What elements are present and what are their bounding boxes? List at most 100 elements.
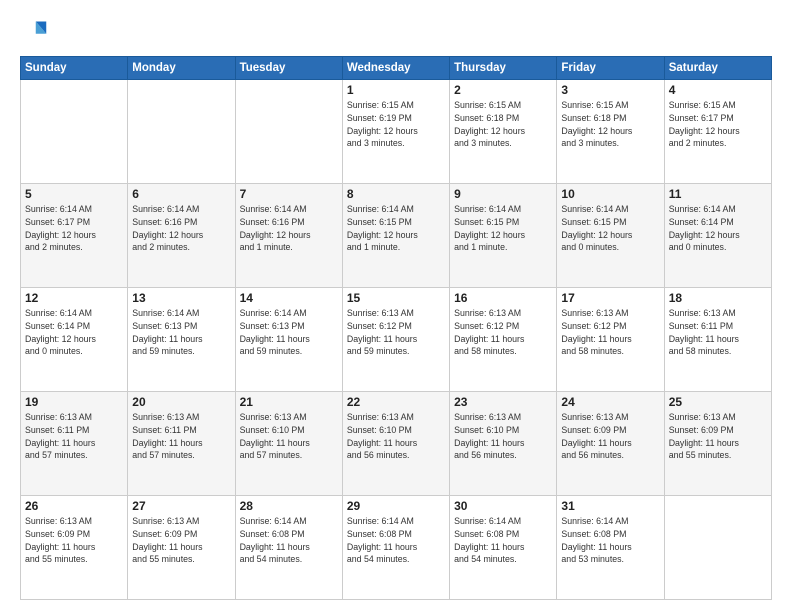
day-cell: 24 Sunrise: 6:13 AMSunset: 6:09 PMDayligh… xyxy=(557,392,664,496)
day-cell: 12 Sunrise: 6:14 AMSunset: 6:14 PMDayligh… xyxy=(21,288,128,392)
day-cell: 25Sunrise: 6:13 AMSunset: 6:09 PMDayligh… xyxy=(664,392,771,496)
day-number: 20 xyxy=(132,395,230,409)
day-number: 25 xyxy=(669,395,767,409)
day-info: Sunrise: 6:14 AMSunset: 6:08 PMDaylight:… xyxy=(240,515,338,566)
day-number: 23 xyxy=(454,395,552,409)
day-info: Sunrise: 6:14 AMSunset: 6:15 PMDaylight:… xyxy=(561,203,659,254)
week-row-1: 1 Sunrise: 6:15 AMSunset: 6:19 PMDaylight… xyxy=(21,80,772,184)
day-number: 17 xyxy=(561,291,659,305)
weekday-header-thursday: Thursday xyxy=(450,57,557,80)
weekday-header-row: SundayMondayTuesdayWednesdayThursdayFrid… xyxy=(21,57,772,80)
day-cell: 11Sunrise: 6:14 AMSunset: 6:14 PMDayligh… xyxy=(664,184,771,288)
day-cell: 9 Sunrise: 6:14 AMSunset: 6:15 PMDaylight… xyxy=(450,184,557,288)
day-info: Sunrise: 6:13 AMSunset: 6:09 PMDaylight:… xyxy=(25,515,123,566)
day-cell: 4 Sunrise: 6:15 AMSunset: 6:17 PMDaylight… xyxy=(664,80,771,184)
day-number: 8 xyxy=(347,187,445,201)
weekday-header-monday: Monday xyxy=(128,57,235,80)
day-number: 7 xyxy=(240,187,338,201)
day-cell: 22 Sunrise: 6:13 AMSunset: 6:10 PMDayligh… xyxy=(342,392,449,496)
day-info: Sunrise: 6:14 AMSunset: 6:16 PMDaylight:… xyxy=(240,203,338,254)
day-info: Sunrise: 6:14 AMSunset: 6:17 PMDaylight:… xyxy=(25,203,123,254)
day-number: 12 xyxy=(25,291,123,305)
day-cell: 28 Sunrise: 6:14 AMSunset: 6:08 PMDayligh… xyxy=(235,496,342,600)
day-info: Sunrise: 6:13 AMSunset: 6:12 PMDaylight:… xyxy=(454,307,552,358)
day-number: 6 xyxy=(132,187,230,201)
day-info: Sunrise: 6:14 AMSunset: 6:08 PMDaylight:… xyxy=(347,515,445,566)
page: SundayMondayTuesdayWednesdayThursdayFrid… xyxy=(0,0,792,612)
day-number: 15 xyxy=(347,291,445,305)
day-cell: 13 Sunrise: 6:14 AMSunset: 6:13 PMDayligh… xyxy=(128,288,235,392)
day-number: 14 xyxy=(240,291,338,305)
day-info: Sunrise: 6:13 AMSunset: 6:12 PMDaylight:… xyxy=(561,307,659,358)
day-number: 9 xyxy=(454,187,552,201)
day-info: Sunrise: 6:14 AMSunset: 6:15 PMDaylight:… xyxy=(454,203,552,254)
weekday-header-sunday: Sunday xyxy=(21,57,128,80)
day-number: 22 xyxy=(347,395,445,409)
day-number: 4 xyxy=(669,83,767,97)
day-info: Sunrise: 6:13 AMSunset: 6:11 PMDaylight:… xyxy=(669,307,767,358)
day-info: Sunrise: 6:15 AMSunset: 6:17 PMDaylight:… xyxy=(669,99,767,150)
day-number: 5 xyxy=(25,187,123,201)
day-info: Sunrise: 6:14 AMSunset: 6:13 PMDaylight:… xyxy=(132,307,230,358)
day-number: 1 xyxy=(347,83,445,97)
header xyxy=(20,18,772,46)
day-info: Sunrise: 6:14 AMSunset: 6:08 PMDaylight:… xyxy=(454,515,552,566)
weekday-header-tuesday: Tuesday xyxy=(235,57,342,80)
week-row-2: 5 Sunrise: 6:14 AMSunset: 6:17 PMDaylight… xyxy=(21,184,772,288)
day-info: Sunrise: 6:15 AMSunset: 6:18 PMDaylight:… xyxy=(561,99,659,150)
day-info: Sunrise: 6:13 AMSunset: 6:12 PMDaylight:… xyxy=(347,307,445,358)
day-number: 26 xyxy=(25,499,123,513)
day-cell: 16Sunrise: 6:13 AMSunset: 6:12 PMDayligh… xyxy=(450,288,557,392)
day-number: 30 xyxy=(454,499,552,513)
day-number: 27 xyxy=(132,499,230,513)
day-info: Sunrise: 6:14 AMSunset: 6:14 PMDaylight:… xyxy=(25,307,123,358)
day-info: Sunrise: 6:13 AMSunset: 6:10 PMDaylight:… xyxy=(347,411,445,462)
logo xyxy=(20,18,52,46)
day-cell: 18 Sunrise: 6:13 AMSunset: 6:11 PMDayligh… xyxy=(664,288,771,392)
day-cell: 30 Sunrise: 6:14 AMSunset: 6:08 PMDayligh… xyxy=(450,496,557,600)
day-cell: 1 Sunrise: 6:15 AMSunset: 6:19 PMDaylight… xyxy=(342,80,449,184)
week-row-4: 19 Sunrise: 6:13 AMSunset: 6:11 PMDayligh… xyxy=(21,392,772,496)
day-cell: 19 Sunrise: 6:13 AMSunset: 6:11 PMDayligh… xyxy=(21,392,128,496)
day-number: 21 xyxy=(240,395,338,409)
weekday-header-wednesday: Wednesday xyxy=(342,57,449,80)
day-info: Sunrise: 6:13 AMSunset: 6:10 PMDaylight:… xyxy=(454,411,552,462)
day-cell: 6 Sunrise: 6:14 AMSunset: 6:16 PMDaylight… xyxy=(128,184,235,288)
day-info: Sunrise: 6:14 AMSunset: 6:13 PMDaylight:… xyxy=(240,307,338,358)
day-cell: 3 Sunrise: 6:15 AMSunset: 6:18 PMDaylight… xyxy=(557,80,664,184)
calendar-table: SundayMondayTuesdayWednesdayThursdayFrid… xyxy=(20,56,772,600)
day-cell: 2Sunrise: 6:15 AMSunset: 6:18 PMDaylight… xyxy=(450,80,557,184)
day-info: Sunrise: 6:13 AMSunset: 6:11 PMDaylight:… xyxy=(25,411,123,462)
day-cell: 8 Sunrise: 6:14 AMSunset: 6:15 PMDaylight… xyxy=(342,184,449,288)
day-info: Sunrise: 6:13 AMSunset: 6:10 PMDaylight:… xyxy=(240,411,338,462)
day-info: Sunrise: 6:14 AMSunset: 6:15 PMDaylight:… xyxy=(347,203,445,254)
day-number: 10 xyxy=(561,187,659,201)
day-cell: 27Sunrise: 6:13 AMSunset: 6:09 PMDayligh… xyxy=(128,496,235,600)
day-number: 31 xyxy=(561,499,659,513)
day-info: Sunrise: 6:14 AMSunset: 6:08 PMDaylight:… xyxy=(561,515,659,566)
day-info: Sunrise: 6:14 AMSunset: 6:16 PMDaylight:… xyxy=(132,203,230,254)
day-number: 19 xyxy=(25,395,123,409)
day-number: 13 xyxy=(132,291,230,305)
day-info: Sunrise: 6:13 AMSunset: 6:09 PMDaylight:… xyxy=(561,411,659,462)
day-cell: 7 Sunrise: 6:14 AMSunset: 6:16 PMDaylight… xyxy=(235,184,342,288)
day-cell xyxy=(128,80,235,184)
week-row-3: 12 Sunrise: 6:14 AMSunset: 6:14 PMDayligh… xyxy=(21,288,772,392)
day-cell: 15 Sunrise: 6:13 AMSunset: 6:12 PMDayligh… xyxy=(342,288,449,392)
day-cell xyxy=(21,80,128,184)
day-number: 3 xyxy=(561,83,659,97)
day-number: 18 xyxy=(669,291,767,305)
day-cell: 21 Sunrise: 6:13 AMSunset: 6:10 PMDayligh… xyxy=(235,392,342,496)
day-cell: 23 Sunrise: 6:13 AMSunset: 6:10 PMDayligh… xyxy=(450,392,557,496)
day-cell: 5 Sunrise: 6:14 AMSunset: 6:17 PMDaylight… xyxy=(21,184,128,288)
day-info: Sunrise: 6:15 AMSunset: 6:19 PMDaylight:… xyxy=(347,99,445,150)
day-number: 24 xyxy=(561,395,659,409)
day-number: 2 xyxy=(454,83,552,97)
day-number: 29 xyxy=(347,499,445,513)
day-cell: 17 Sunrise: 6:13 AMSunset: 6:12 PMDayligh… xyxy=(557,288,664,392)
day-number: 28 xyxy=(240,499,338,513)
day-cell: 31 Sunrise: 6:14 AMSunset: 6:08 PMDayligh… xyxy=(557,496,664,600)
day-cell: 14 Sunrise: 6:14 AMSunset: 6:13 PMDayligh… xyxy=(235,288,342,392)
day-cell: 20Sunrise: 6:13 AMSunset: 6:11 PMDayligh… xyxy=(128,392,235,496)
day-cell: 26 Sunrise: 6:13 AMSunset: 6:09 PMDayligh… xyxy=(21,496,128,600)
